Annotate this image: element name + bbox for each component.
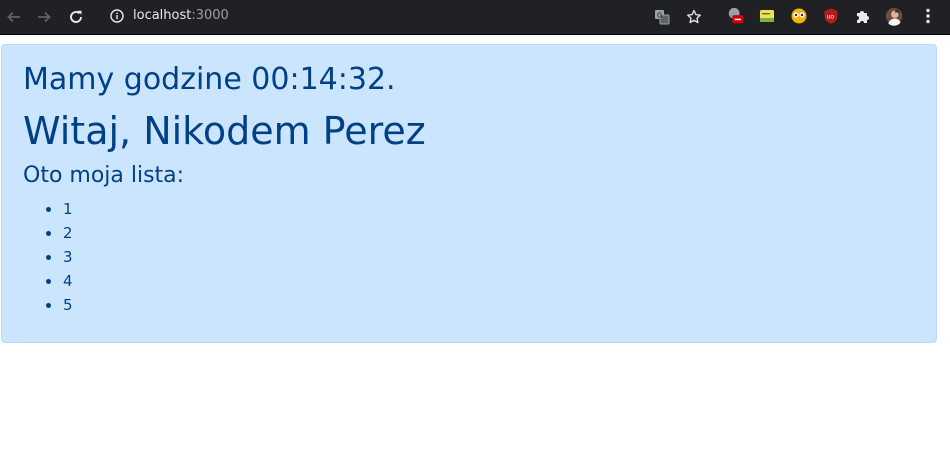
- url-port: :3000: [191, 8, 229, 23]
- forward-arrow-icon: [38, 11, 51, 23]
- bookmark-button[interactable]: [685, 8, 703, 26]
- extension-eyes[interactable]: [790, 7, 808, 25]
- profile-avatar: [885, 7, 903, 26]
- back-button[interactable]: [3, 6, 25, 28]
- site-info-icon[interactable]: [110, 9, 124, 23]
- greeting-heading: Witaj, Nikodem Perez: [23, 109, 426, 153]
- translate-button[interactable]: G: [653, 8, 671, 26]
- translate-icon: G: [655, 10, 670, 25]
- profile-button[interactable]: [885, 7, 903, 26]
- browser-menu-button[interactable]: [919, 7, 937, 25]
- list-item: 4: [46, 269, 73, 293]
- address-bar[interactable]: localhost:3000 G: [100, 3, 712, 30]
- ext-eyes-icon: [791, 8, 807, 24]
- info-alert: Mamy godzine 00:14:32. Witaj, Nikodem Pe…: [1, 44, 937, 343]
- url-host: localhost: [133, 8, 192, 23]
- svg-text:uo: uo: [827, 14, 835, 21]
- reload-icon: [70, 10, 82, 23]
- more-vert-icon: [926, 8, 930, 24]
- browser-toolbar: localhost:3000 G uo: [0, 0, 950, 35]
- ext-note-icon: [760, 10, 774, 22]
- ublock-icon: uo: [824, 8, 838, 24]
- back-arrow-icon: [7, 11, 20, 23]
- page-viewport: Mamy godzine 00:14:32. Witaj, Nikodem Pe…: [0, 35, 950, 462]
- extension-ublock[interactable]: uo: [822, 7, 840, 25]
- extension-red-badge[interactable]: [727, 7, 745, 25]
- list-item: 1: [46, 197, 73, 221]
- list-heading: Oto moja lista:: [23, 163, 185, 188]
- svg-text:G: G: [657, 12, 662, 20]
- item-list: 1 2 3 4 5: [23, 197, 73, 317]
- current-time-heading: Mamy godzine 00:14:32.: [23, 62, 396, 97]
- extensions-puzzle-icon: [857, 11, 869, 23]
- list-item: 2: [46, 221, 73, 245]
- forward-button[interactable]: [33, 6, 55, 28]
- url-text[interactable]: localhost:3000: [133, 8, 229, 23]
- extension-note[interactable]: [758, 7, 776, 25]
- ext-red-badge-icon: [728, 7, 744, 24]
- list-item: 3: [46, 245, 73, 269]
- extensions-menu-button[interactable]: [854, 7, 872, 25]
- reload-button[interactable]: [65, 6, 87, 28]
- list-item: 5: [46, 293, 73, 317]
- star-icon: [687, 9, 701, 24]
